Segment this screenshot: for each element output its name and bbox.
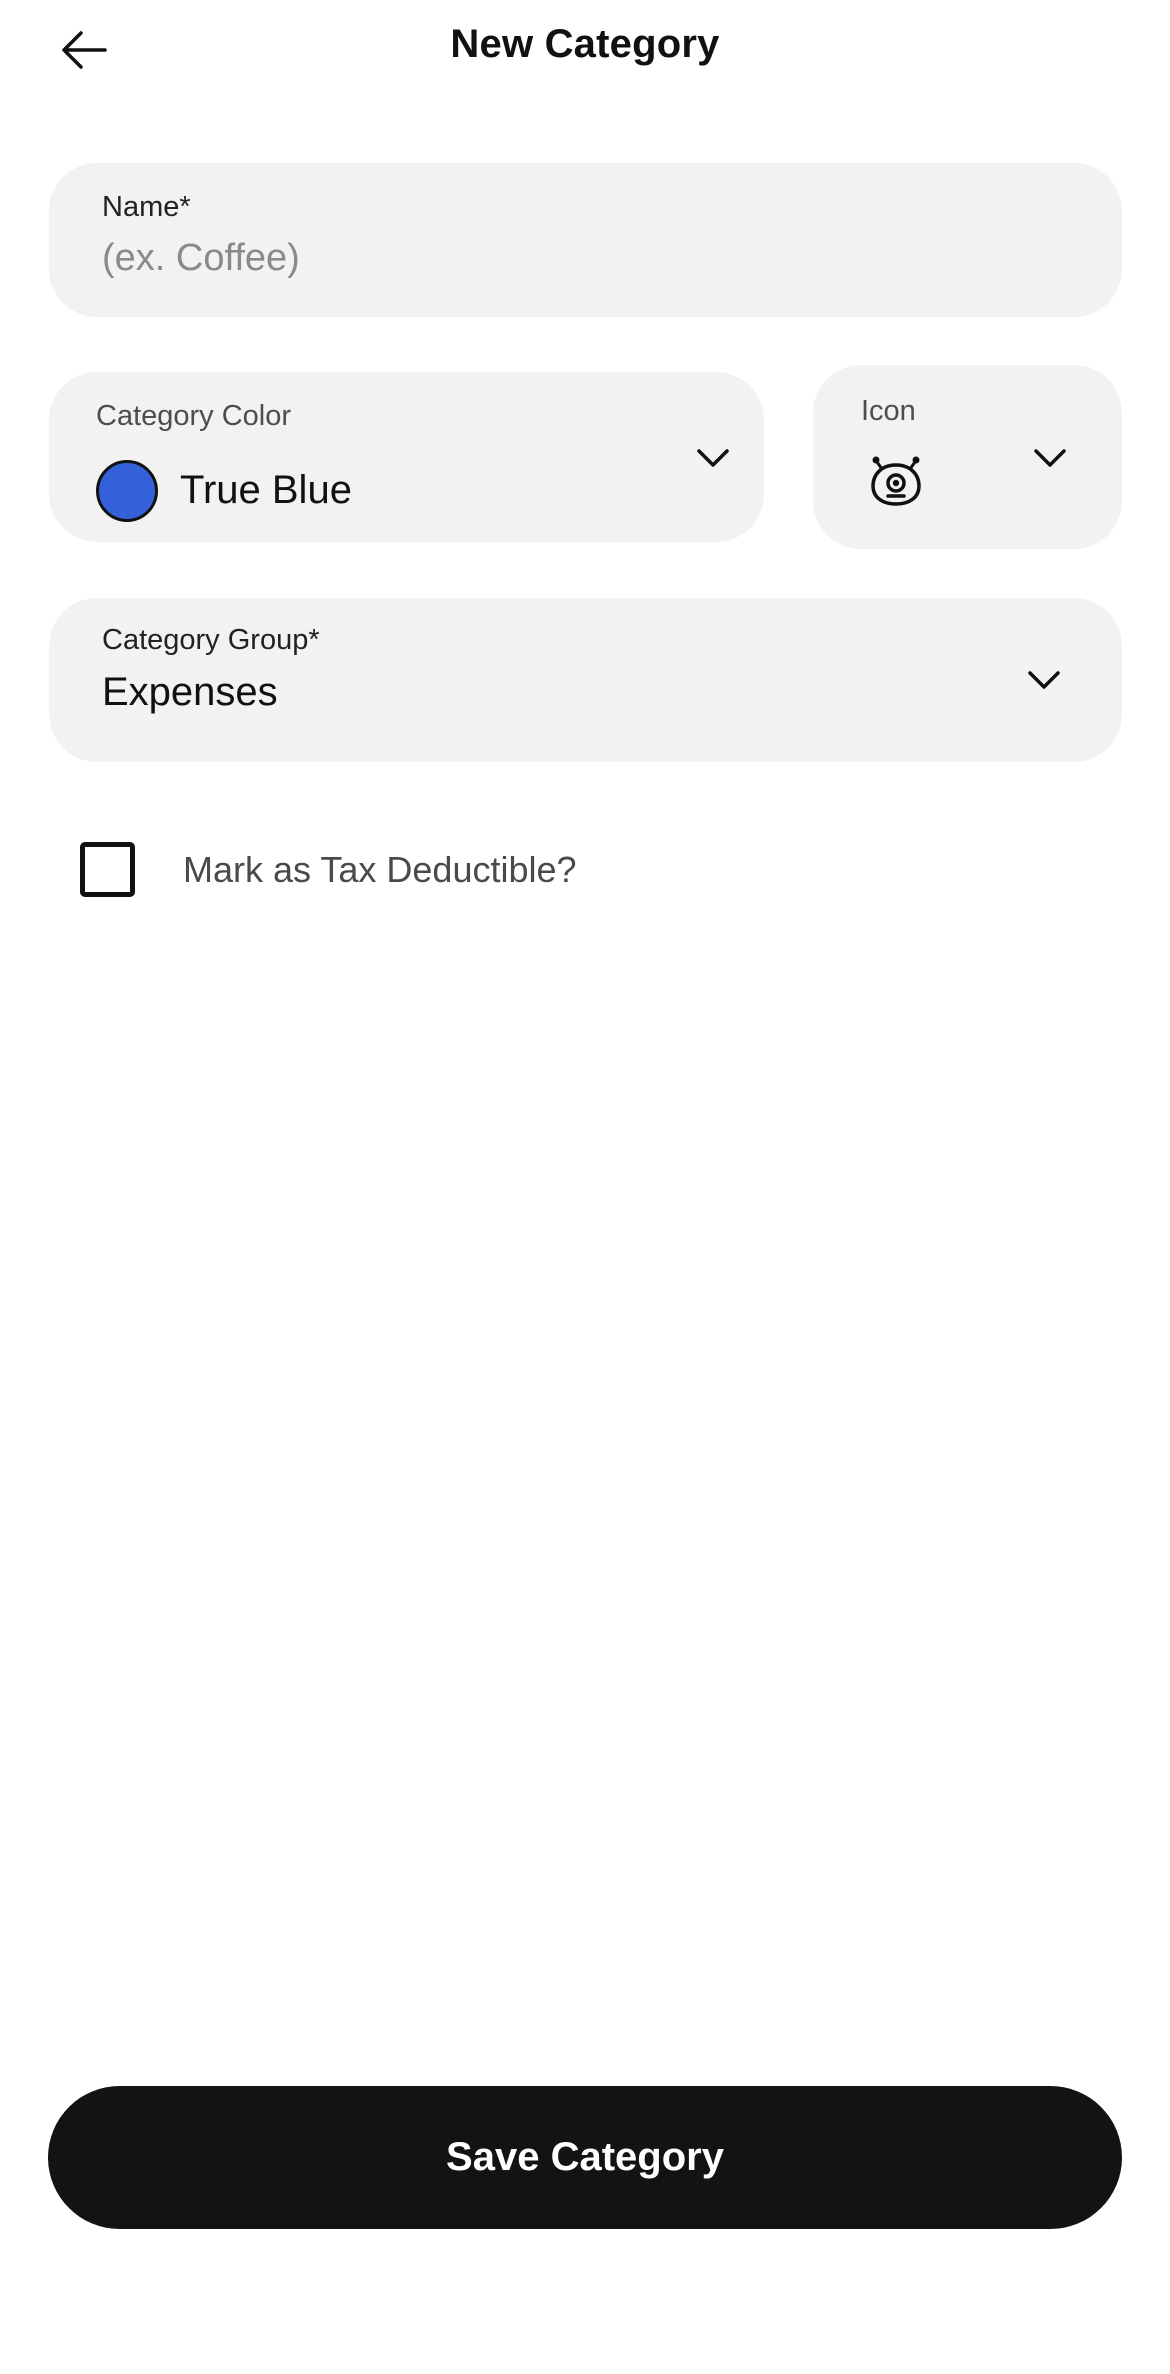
category-color-dropdown[interactable]: Category Color True Blue	[49, 372, 764, 542]
chevron-down-icon	[1034, 449, 1066, 467]
name-field[interactable]: Name*	[49, 163, 1122, 317]
chevron-down-icon	[1028, 671, 1060, 689]
category-group-value: Expenses	[102, 670, 278, 714]
icon-field-label: Icon	[861, 395, 916, 427]
color-swatch	[96, 460, 158, 522]
save-category-label: Save Category	[446, 2135, 724, 2179]
category-group-label: Category Group*	[102, 624, 320, 656]
category-color-value: True Blue	[180, 468, 352, 512]
new-category-screen: New Category Name* Category Color True B…	[0, 0, 1170, 2374]
chevron-down-icon	[697, 449, 729, 467]
save-category-button[interactable]: Save Category	[48, 2086, 1122, 2229]
tax-deductible-option[interactable]: Mark as Tax Deductible?	[80, 842, 577, 897]
page-title: New Category	[450, 22, 720, 66]
category-color-label: Category Color	[96, 400, 292, 432]
tax-deductible-label: Mark as Tax Deductible?	[183, 848, 577, 890]
one-eyed-monster-icon	[871, 456, 921, 506]
category-group-dropdown[interactable]: Category Group* Expenses	[49, 598, 1122, 762]
name-input[interactable]	[102, 237, 1062, 280]
name-field-label: Name*	[102, 191, 191, 223]
tax-deductible-checkbox[interactable]	[80, 842, 135, 897]
icon-dropdown[interactable]: Icon	[813, 365, 1122, 549]
